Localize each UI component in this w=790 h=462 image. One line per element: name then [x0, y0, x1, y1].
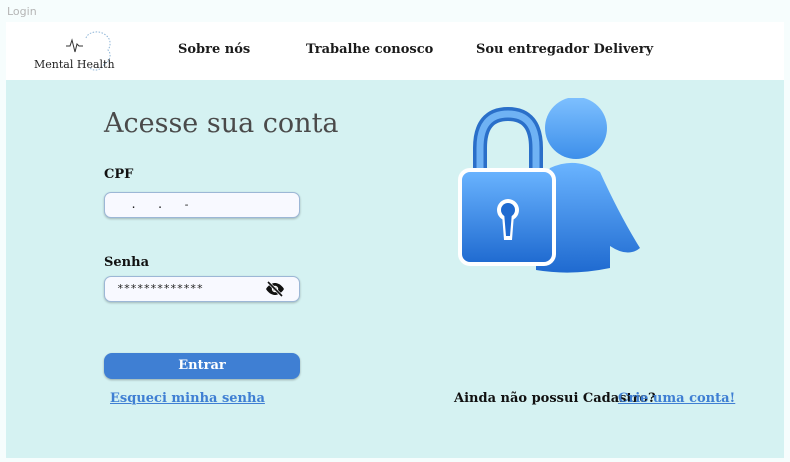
logo[interactable]: Mental Health — [28, 28, 118, 76]
password-input[interactable]: ************* — [104, 276, 300, 302]
cpf-input[interactable]: . . - — [104, 192, 300, 218]
password-value: ************* — [117, 282, 204, 295]
cpf-label: CPF — [104, 167, 134, 182]
nav-careers[interactable]: Trabalhe conosco — [306, 42, 433, 57]
password-label: Senha — [104, 255, 149, 270]
submit-button[interactable]: Entrar — [104, 353, 300, 379]
lock-user-icon — [458, 98, 640, 273]
signup-link[interactable]: Crie uma conta! — [618, 391, 735, 406]
nav-about[interactable]: Sobre nós — [178, 42, 250, 57]
forgot-password-link[interactable]: Esqueci minha senha — [110, 391, 265, 406]
page-title: Acesse sua conta — [104, 108, 339, 139]
page-label: Login — [7, 5, 37, 18]
login-panel: Acesse sua conta CPF . . - Senha *******… — [6, 80, 784, 458]
cpf-value: . . - — [117, 198, 190, 211]
nav-delivery[interactable]: Sou entregador Delivery — [476, 42, 653, 57]
eye-off-icon[interactable] — [265, 281, 285, 297]
header: Mental Health Sobre nós Trabalhe conosco… — [6, 22, 784, 80]
logo-text: Mental Health — [34, 58, 115, 71]
